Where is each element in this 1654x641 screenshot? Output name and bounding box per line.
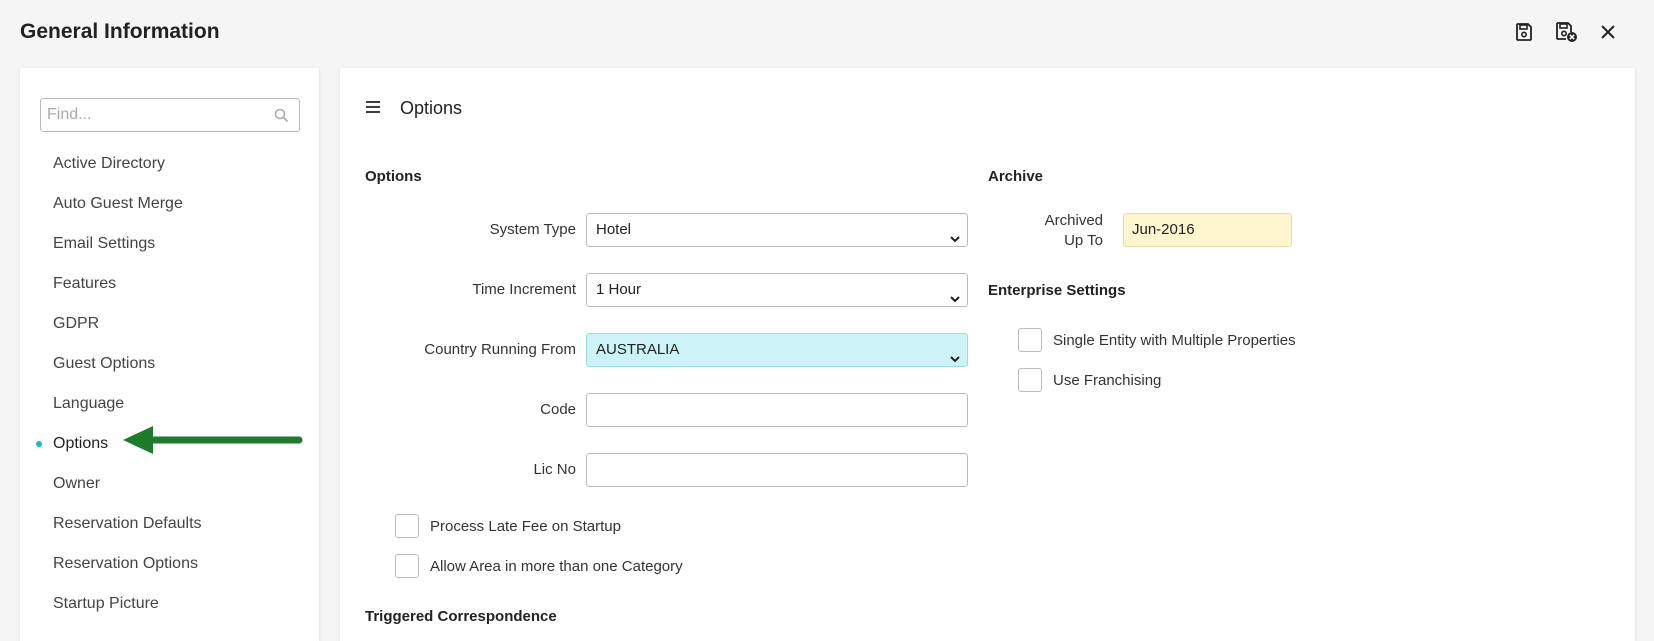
sidebar: Active Directory Auto Guest Merge Email … xyxy=(20,68,319,641)
sidebar-item-reservation-defaults[interactable]: Reservation Defaults xyxy=(20,504,319,544)
code-input[interactable] xyxy=(586,393,968,427)
sidebar-item-owner[interactable]: Owner xyxy=(20,464,319,504)
process-late-fee-row: Process Late Fee on Startup xyxy=(395,514,621,538)
country-label: Country Running From xyxy=(424,341,576,358)
use-franchising-checkbox[interactable] xyxy=(1018,368,1042,392)
menu-icon[interactable] xyxy=(365,100,381,119)
top-actions xyxy=(1512,20,1620,44)
lic-no-input[interactable] xyxy=(586,453,968,487)
system-type-value: Hotel xyxy=(596,221,632,238)
sidebar-item-label: Language xyxy=(53,395,125,412)
single-entity-checkbox[interactable] xyxy=(1018,328,1042,352)
single-entity-label: Single Entity with Multiple Properties xyxy=(1053,331,1296,349)
archived-up-to-input[interactable]: Jun-2016 xyxy=(1123,213,1292,247)
sidebar-item-startup-picture[interactable]: Startup Picture xyxy=(20,584,319,624)
sidebar-item-label: Startup Picture xyxy=(53,595,159,612)
main-panel: Options Options System Type Hotel Time I… xyxy=(340,68,1635,641)
pointer-arrow-icon xyxy=(123,426,303,454)
allow-area-checkbox[interactable] xyxy=(395,554,419,578)
sidebar-item-label: Owner xyxy=(53,475,101,492)
process-late-fee-checkbox[interactable] xyxy=(395,514,419,538)
sidebar-item-guest-options[interactable]: Guest Options xyxy=(20,344,319,384)
lic-no-label: Lic No xyxy=(533,461,576,478)
use-franchising-label: Use Franchising xyxy=(1053,371,1162,389)
single-entity-row: Single Entity with Multiple Properties xyxy=(1018,328,1296,352)
sidebar-item-active-directory[interactable]: Active Directory xyxy=(20,144,319,184)
code-label: Code xyxy=(540,401,576,418)
system-type-select[interactable]: Hotel xyxy=(586,213,968,247)
system-type-label: System Type xyxy=(489,221,576,238)
country-value: AUSTRALIA xyxy=(596,341,680,358)
chevron-down-icon xyxy=(949,345,961,377)
sidebar-item-language[interactable]: Language xyxy=(20,384,319,424)
close-icon[interactable] xyxy=(1596,20,1620,44)
save-close-icon[interactable] xyxy=(1554,20,1578,44)
sidebar-item-label: Guest Options xyxy=(53,355,156,372)
sidebar-item-label: Reservation Defaults xyxy=(53,515,202,532)
sidebar-item-label: GDPR xyxy=(53,315,100,332)
sidebar-item-reservation-options[interactable]: Reservation Options xyxy=(20,544,319,584)
search-input[interactable] xyxy=(41,99,256,131)
sidebar-item-email-settings[interactable]: Email Settings xyxy=(20,224,319,264)
top-bar: General Information xyxy=(0,0,1654,66)
process-late-fee-label: Process Late Fee on Startup xyxy=(430,517,621,535)
main-title: Options xyxy=(400,98,463,118)
chevron-down-icon xyxy=(949,285,961,317)
country-select[interactable]: AUSTRALIA xyxy=(586,333,968,367)
time-increment-value: 1 Hour xyxy=(596,281,642,298)
allow-area-row: Allow Area in more than one Category xyxy=(395,554,683,578)
sidebar-item-label: Options xyxy=(53,435,109,452)
time-increment-select[interactable]: 1 Hour xyxy=(586,273,968,307)
archived-label-line2: Up To xyxy=(1064,232,1103,249)
allow-area-label: Allow Area in more than one Category xyxy=(430,557,683,575)
sidebar-item-label: Auto Guest Merge xyxy=(53,195,183,212)
options-heading: Options xyxy=(365,168,422,185)
sidebar-item-label: Email Settings xyxy=(53,235,156,252)
time-increment-label: Time Increment xyxy=(472,281,576,298)
archived-up-to-label: Archived Up To xyxy=(1000,211,1103,251)
page-title: General Information xyxy=(20,20,220,43)
archived-label-line1: Archived xyxy=(1044,212,1103,229)
sidebar-item-features[interactable]: Features xyxy=(20,264,319,304)
sidebar-item-auto-guest-merge[interactable]: Auto Guest Merge xyxy=(20,184,319,224)
triggered-correspondence-heading: Triggered Correspondence xyxy=(365,608,557,625)
search-box xyxy=(40,98,300,132)
archive-heading: Archive xyxy=(988,168,1044,185)
search-icon[interactable] xyxy=(274,108,289,128)
sidebar-item-label: Features xyxy=(53,275,117,292)
chevron-down-icon xyxy=(949,225,961,257)
enterprise-settings-heading: Enterprise Settings xyxy=(988,282,1126,299)
save-icon[interactable] xyxy=(1512,20,1536,44)
active-indicator-dot xyxy=(36,441,42,447)
sidebar-nav: Active Directory Auto Guest Merge Email … xyxy=(20,144,319,624)
sidebar-item-gdpr[interactable]: GDPR xyxy=(20,304,319,344)
sidebar-item-label: Reservation Options xyxy=(53,555,198,572)
use-franchising-row: Use Franchising xyxy=(1018,368,1161,392)
sidebar-item-label: Active Directory xyxy=(53,155,166,172)
